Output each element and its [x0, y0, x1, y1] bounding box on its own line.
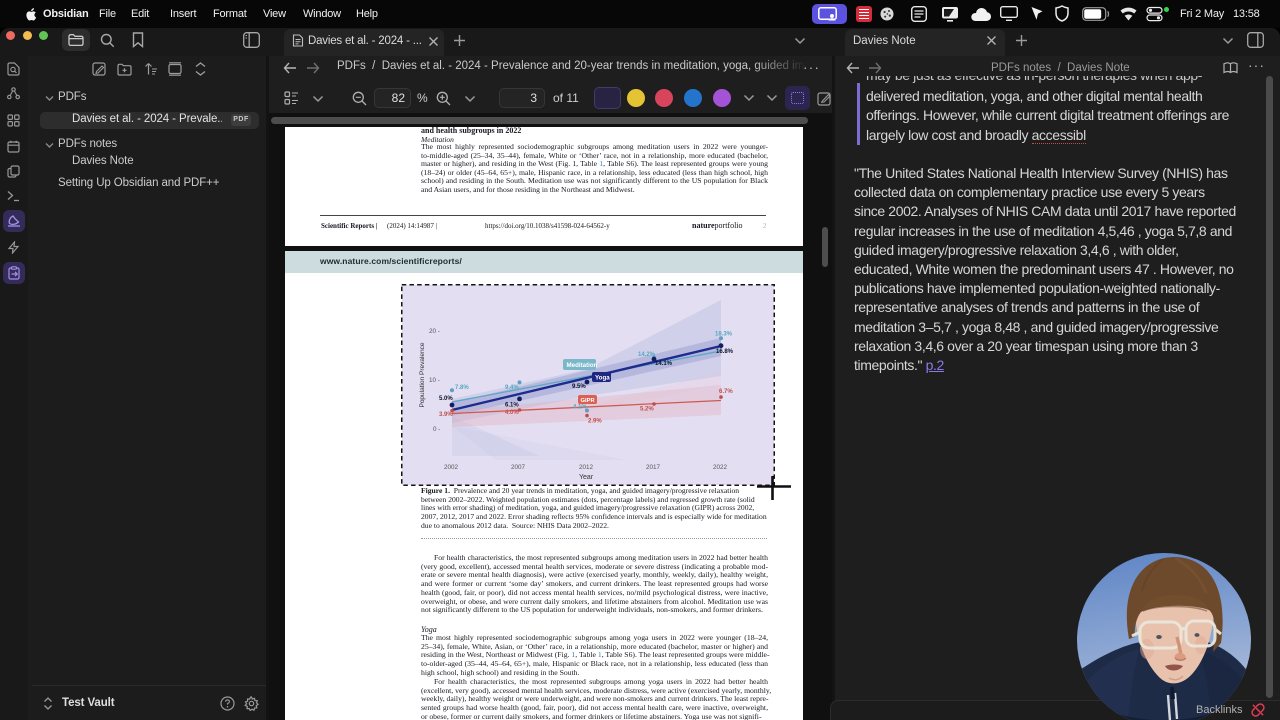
svg-text:5.0%: 5.0% — [439, 396, 453, 402]
svg-text:6.7%: 6.7% — [719, 389, 733, 395]
svg-text:9.5%: 9.5% — [572, 384, 586, 390]
svg-text:10 -: 10 - — [429, 377, 440, 384]
svg-text:20 -: 20 - — [429, 328, 440, 335]
svg-text:16.8%: 16.8% — [716, 349, 734, 355]
svg-text:5.2%: 5.2% — [640, 407, 654, 413]
svg-text:4.1%: 4.1% — [573, 405, 587, 411]
svg-text:7.8%: 7.8% — [455, 385, 469, 391]
svg-text:2017: 2017 — [646, 464, 661, 471]
svg-text:2002: 2002 — [444, 464, 459, 471]
svg-text:0 -: 0 - — [433, 426, 440, 433]
svg-text:18.3%: 18.3% — [715, 332, 733, 338]
svg-text:GIPR: GIPR — [581, 398, 596, 404]
svg-text:3.9%: 3.9% — [439, 412, 453, 418]
svg-text:Population Prevalence: Population Prevalence — [419, 342, 426, 407]
svg-text:4.0%: 4.0% — [505, 410, 519, 416]
svg-text:6.1%: 6.1% — [505, 403, 519, 409]
svg-text:Meditation: Meditation — [567, 362, 598, 369]
svg-text:2.9%: 2.9% — [588, 419, 602, 425]
svg-text:Year: Year — [579, 474, 594, 481]
svg-text:2012: 2012 — [579, 464, 594, 471]
svg-text:14.1%: 14.1% — [655, 361, 673, 367]
svg-text:14.2%: 14.2% — [638, 352, 656, 358]
svg-text:Yoga: Yoga — [595, 375, 610, 382]
svg-text:9.4%: 9.4% — [505, 385, 519, 391]
svg-text:2007: 2007 — [511, 464, 526, 471]
svg-text:2022: 2022 — [713, 464, 728, 471]
